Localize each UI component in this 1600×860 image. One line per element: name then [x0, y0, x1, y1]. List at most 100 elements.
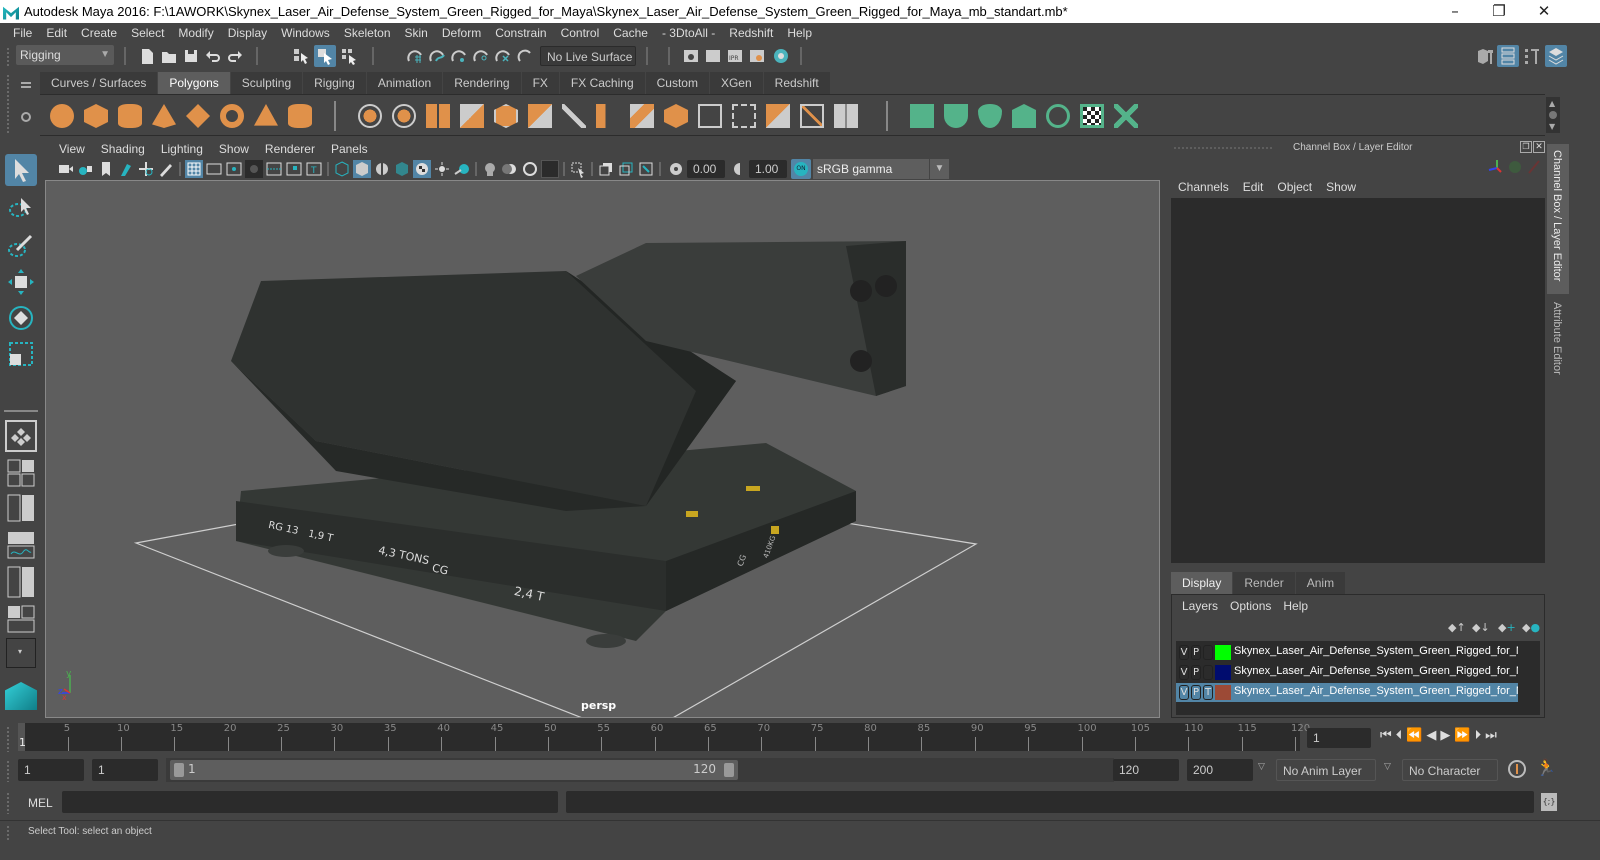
paint-select-tool-icon[interactable] [5, 230, 37, 262]
fill-hole-icon[interactable] [766, 104, 790, 128]
scroll-up-icon[interactable]: ▲ [1549, 99, 1555, 108]
viewport-menu-panels[interactable]: Panels [323, 142, 376, 156]
layer-playback-toggle[interactable]: P [1191, 665, 1201, 680]
persp-graph-layout-icon[interactable] [5, 530, 37, 560]
uv-layout-icon[interactable] [1114, 104, 1138, 128]
layer-visibility-toggle[interactable]: V [1179, 645, 1189, 660]
colorspace-dropdown[interactable]: sRGB gamma ▼ [813, 159, 949, 179]
motion-blur-icon[interactable] [501, 160, 519, 178]
layer-name[interactable]: Skynex_Laser_Air_Defense_System_Green_Ri… [1234, 645, 1518, 657]
poly-pipe-icon[interactable] [288, 104, 312, 128]
layer-menu-layers[interactable]: Layers [1176, 599, 1224, 613]
2d-pan-zoom-icon[interactable] [137, 160, 155, 178]
merge-icon[interactable] [834, 104, 858, 128]
isolate-select-icon[interactable] [569, 160, 587, 178]
drag-handle[interactable] [6, 726, 10, 752]
shelf-tab-rendering[interactable]: Rendering [443, 72, 522, 94]
minimize-button[interactable]: – [1432, 0, 1478, 23]
move-layer-up-icon[interactable]: ◆↑ [1448, 621, 1466, 634]
exposure-field[interactable]: 0.00 [687, 160, 725, 178]
new-scene-icon[interactable] [138, 47, 156, 65]
menu-3dtoall[interactable]: - 3DtoAll - [655, 26, 722, 40]
smooth-icon[interactable] [460, 104, 484, 128]
gate-mask-icon[interactable] [245, 160, 263, 178]
maya-home-logo-icon[interactable] [5, 682, 37, 710]
use-all-lights-icon[interactable] [433, 160, 451, 178]
animation-end-field[interactable]: 200 [1187, 759, 1253, 781]
mel-label[interactable]: MEL [28, 796, 53, 810]
new-layer-icon[interactable]: ◆+ [1498, 621, 1516, 634]
wireframe-icon[interactable] [333, 160, 351, 178]
poly-cone-icon[interactable] [152, 104, 176, 128]
shelf-tab-fx[interactable]: FX [521, 72, 560, 94]
drag-handle[interactable] [6, 792, 10, 814]
cylindrical-map-icon[interactable] [944, 104, 968, 128]
select-by-object-icon[interactable] [314, 45, 336, 67]
drag-handle[interactable] [6, 825, 10, 841]
render-globals-icon[interactable] [748, 47, 766, 65]
scale-tool-icon[interactable] [5, 338, 37, 370]
render-settings-icon[interactable] [682, 47, 700, 65]
select-tool-icon[interactable] [5, 154, 37, 186]
viewport-menu-shading[interactable]: Shading [93, 142, 153, 156]
menu-file[interactable]: File [6, 26, 39, 40]
live-surface-field[interactable]: No Live Surface [540, 46, 636, 66]
animation-start-field[interactable]: 1 [18, 759, 84, 781]
planar-map-icon[interactable] [910, 104, 934, 128]
resolution-gate-icon[interactable] [225, 160, 243, 178]
grid-toggle-icon[interactable] [185, 160, 203, 178]
textured-icon[interactable] [413, 160, 431, 178]
snap-view-plane-icon[interactable] [472, 47, 490, 65]
shelf-tab-custom[interactable]: Custom [645, 72, 710, 94]
select-camera-icon[interactable] [57, 160, 75, 178]
viewport-menu-lighting[interactable]: Lighting [153, 142, 211, 156]
scroll-handle[interactable] [1549, 111, 1557, 119]
automatic-map-icon[interactable] [1012, 104, 1036, 128]
drag-handle[interactable] [6, 47, 10, 67]
layer-display-type-toggle[interactable] [1203, 645, 1213, 660]
layer-name[interactable]: Skynex_Laser_Air_Defense_System_Green_Ri… [1234, 685, 1518, 697]
grease-pencil-icon[interactable] [157, 160, 175, 178]
script-editor-icon[interactable]: {;} [1541, 793, 1557, 811]
layer-playback-toggle[interactable]: P [1191, 685, 1201, 700]
step-back-frame-icon[interactable]: ⏴ [1396, 728, 1403, 743]
extrude-icon[interactable] [596, 104, 620, 128]
menu-help[interactable]: Help [780, 26, 819, 40]
playback-start-field[interactable]: 1 [92, 759, 158, 781]
safe-title-icon[interactable]: T [305, 160, 323, 178]
shelf-scrollbar[interactable]: ▲ ▼ [1546, 97, 1560, 133]
poly-sphere-icon[interactable] [50, 104, 74, 128]
playback-end-field[interactable]: 120 [1113, 759, 1179, 781]
menu-constrain[interactable]: Constrain [488, 26, 553, 40]
character-set-dropdown[interactable]: No Character Set [1402, 759, 1498, 800]
snap-live-icon[interactable] [494, 47, 512, 65]
channel-list[interactable] [1171, 198, 1545, 563]
menu-create[interactable]: Create [74, 26, 124, 40]
menu-select[interactable]: Select [124, 26, 171, 40]
menu-redshift[interactable]: Redshift [722, 26, 780, 40]
layer-color-swatch[interactable] [1215, 645, 1231, 660]
tool-settings-icon[interactable] [1522, 46, 1542, 66]
select-by-component-icon[interactable] [340, 47, 358, 65]
drag-handle[interactable] [6, 74, 10, 134]
bevel-icon[interactable] [664, 104, 688, 128]
auto-keyframe-icon[interactable] [1508, 760, 1526, 778]
persp-outliner-graph-layout-icon[interactable] [5, 604, 37, 634]
step-back-key-icon[interactable]: ⏪ [1406, 728, 1422, 743]
field-chart-icon[interactable] [265, 160, 283, 178]
range-slider-bar[interactable]: 1 120 [166, 758, 740, 782]
channel-box-toggle-icon[interactable] [1545, 45, 1567, 67]
unfold-icon[interactable] [1046, 104, 1070, 128]
wireframe-on-shaded-icon[interactable] [373, 160, 391, 178]
xray-joints-icon[interactable] [597, 160, 615, 178]
go-to-start-icon[interactable]: ⏮ [1380, 728, 1392, 743]
restore-button[interactable]: ❐ [1476, 0, 1522, 23]
layer-display-type-toggle[interactable] [1203, 665, 1213, 680]
attribute-editor-toggle-icon[interactable] [1497, 45, 1519, 67]
redo-icon[interactable] [226, 47, 244, 65]
play-forwards-icon[interactable]: ▶ [1440, 728, 1450, 743]
rotate-tool-icon[interactable] [5, 302, 37, 334]
menu-display[interactable]: Display [221, 26, 274, 40]
range-start-handle[interactable] [174, 763, 184, 777]
layer-menu-options[interactable]: Options [1224, 599, 1277, 613]
